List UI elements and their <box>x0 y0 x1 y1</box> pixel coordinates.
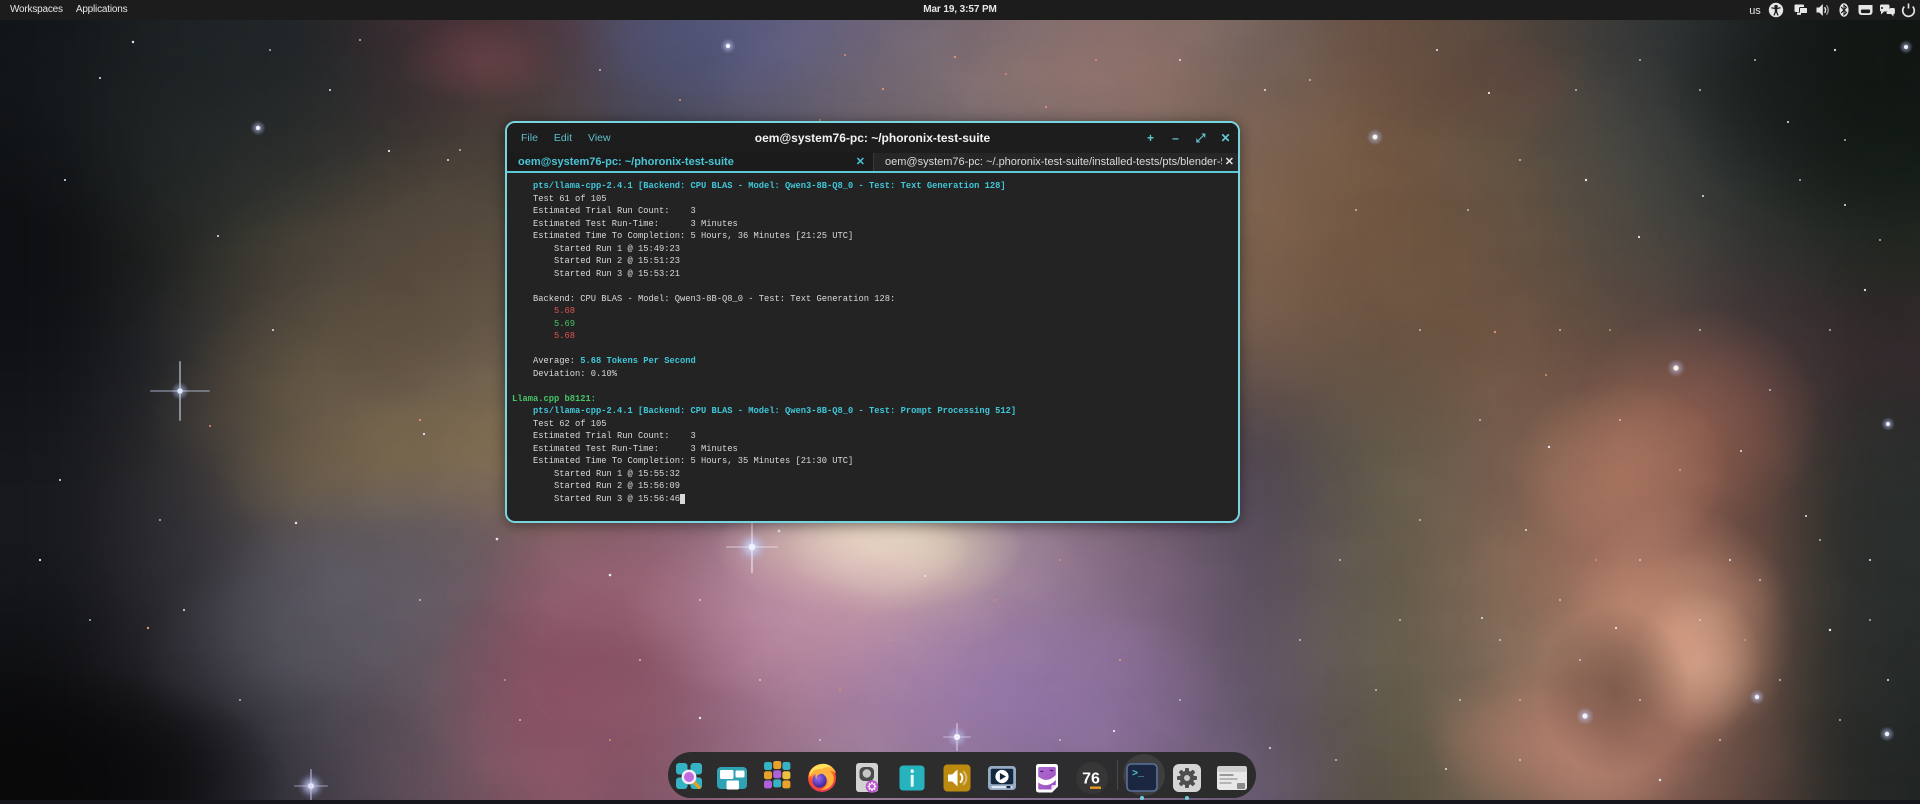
svg-text:us: us <box>1749 5 1761 17</box>
svg-text:76: 76 <box>1082 771 1100 788</box>
svg-text:>_: >_ <box>1132 769 1145 780</box>
